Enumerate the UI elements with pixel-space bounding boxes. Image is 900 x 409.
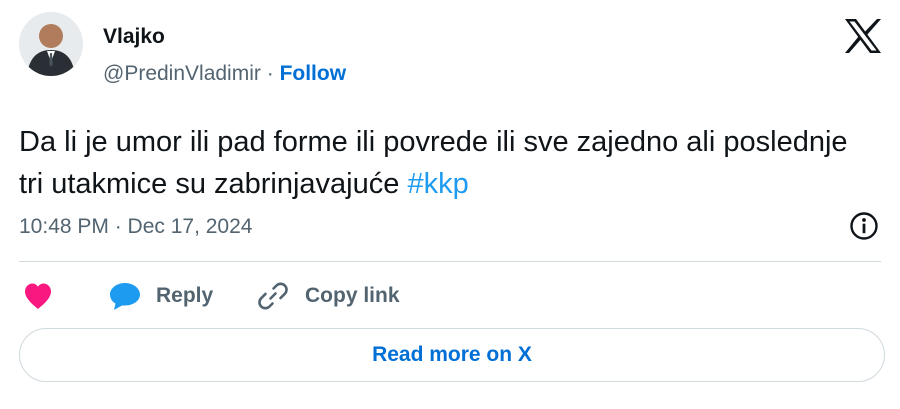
user-handle[interactable]: @PredinVladimir <box>103 62 261 85</box>
author-meta: @PredinVladimir · Follow <box>103 61 346 87</box>
meta-separator: · <box>266 62 274 85</box>
copy-link-button[interactable]: Copy link <box>257 276 400 316</box>
avatar[interactable] <box>19 12 83 76</box>
x-logo-icon[interactable] <box>843 18 883 54</box>
tweet-timestamp[interactable]: 10:48 PM · Dec 17, 2024 <box>19 213 252 241</box>
display-name[interactable]: Vlajko <box>103 24 165 50</box>
speech-bubble-icon <box>110 283 140 310</box>
follow-button[interactable]: Follow <box>280 62 347 85</box>
read-more-button[interactable]: Read more on X <box>19 328 885 382</box>
link-icon <box>258 282 288 310</box>
heart-icon[interactable] <box>23 282 53 310</box>
action-bar: Reply Copy link <box>19 276 881 316</box>
info-icon[interactable] <box>848 210 880 242</box>
divider <box>19 261 881 262</box>
reply-button[interactable]: Reply <box>108 276 213 316</box>
copy-link-label: Copy link <box>305 284 400 307</box>
hashtag-link[interactable]: #kkp <box>407 168 468 200</box>
avatar-image <box>19 12 83 76</box>
tweet-text: Da li je umor ili pad forme ili povrede … <box>19 121 879 205</box>
reply-label: Reply <box>156 284 214 307</box>
